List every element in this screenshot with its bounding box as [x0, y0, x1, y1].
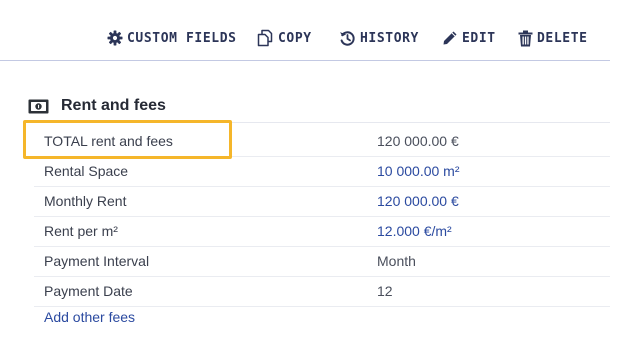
table-row-payment-date: Payment Date 12 [34, 277, 610, 307]
custom-fields-button[interactable]: CUSTOM FIELDS [107, 28, 237, 48]
banknote-icon [28, 99, 49, 113]
copy-button[interactable]: COPY [256, 28, 312, 48]
edit-label: EDIT [462, 30, 496, 46]
delete-label: DELETE [537, 30, 588, 46]
row-value: 120 000.00 € [377, 133, 459, 149]
total-highlight-box [23, 120, 232, 159]
row-value[interactable]: 10 000.00 m² [377, 163, 460, 179]
table-row-payment-interval: Payment Interval Month [34, 247, 610, 277]
copy-label: COPY [278, 30, 312, 46]
row-value: 12 [377, 283, 393, 299]
table-row-rent-per-m2: Rent per m² 12.000 €/m² [34, 217, 610, 247]
row-value[interactable]: 120 000.00 € [377, 193, 459, 209]
add-other-fees-link[interactable]: Add other fees [44, 309, 135, 325]
section-header: Rent and fees [28, 94, 166, 118]
table-row-monthly-rent: Monthly Rent 120 000.00 € [34, 187, 610, 217]
row-label: Rental Space [44, 163, 129, 179]
delete-button[interactable]: DELETE [518, 28, 588, 48]
toolbar: CUSTOM FIELDS COPY HISTORY EDIT DELETE [0, 0, 610, 61]
table-row-rental-space: Rental Space 10 000.00 m² [34, 157, 610, 187]
history-label: HISTORY [360, 30, 419, 46]
pencil-icon [443, 31, 457, 45]
history-icon [340, 30, 355, 46]
row-value: Month [377, 253, 416, 269]
gear-icon [107, 30, 123, 46]
edit-button[interactable]: EDIT [442, 28, 496, 48]
row-label: Payment Date [44, 283, 133, 299]
rent-and-fees-panel: CUSTOM FIELDS COPY HISTORY EDIT DELETE R… [0, 0, 636, 344]
trash-icon [518, 30, 533, 46]
copy-icon [257, 29, 273, 47]
section-title: Rent and fees [61, 97, 166, 114]
row-label: Monthly Rent [44, 193, 127, 209]
history-button[interactable]: HISTORY [339, 28, 419, 48]
row-value[interactable]: 12.000 €/m² [377, 223, 452, 239]
custom-fields-label: CUSTOM FIELDS [127, 30, 237, 46]
row-label: Rent per m² [44, 223, 118, 239]
row-label: Payment Interval [44, 253, 150, 269]
